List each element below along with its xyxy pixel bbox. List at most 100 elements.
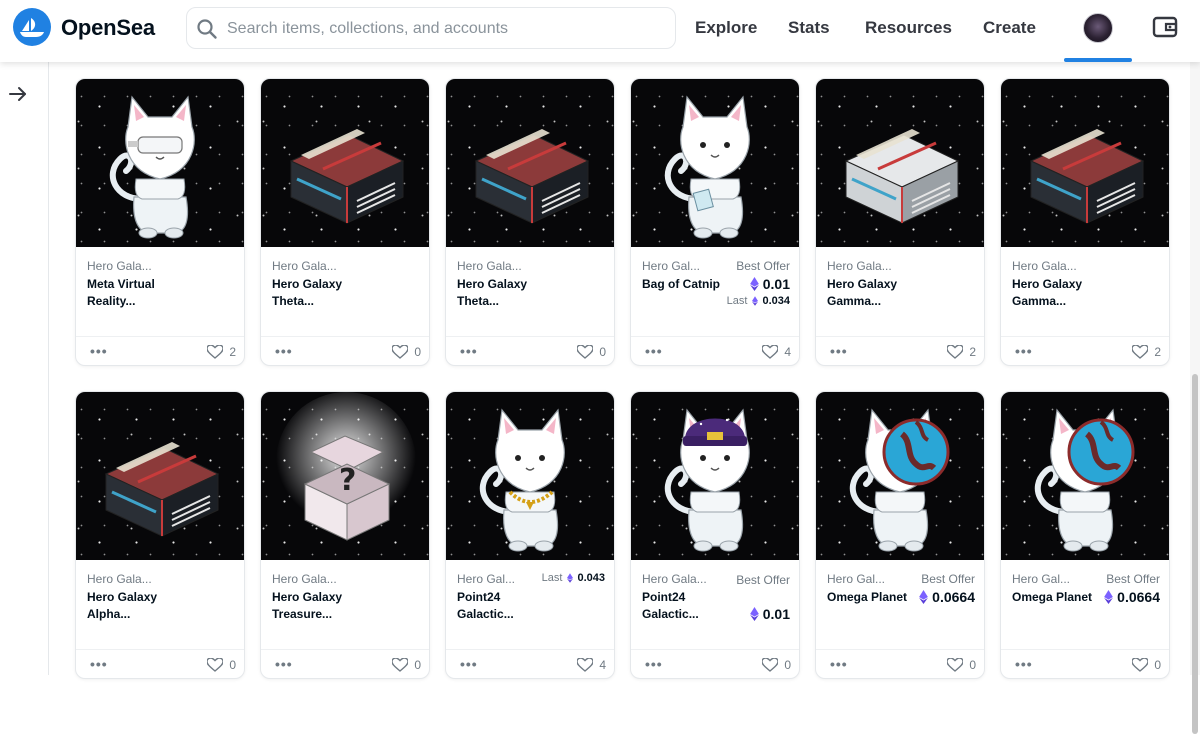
more-options-icon[interactable]: ••• — [90, 343, 108, 359]
collection-name[interactable]: Hero Gala... — [87, 259, 152, 273]
item-name[interactable]: Meta Virtual Reality... — [87, 276, 171, 310]
wallet-icon[interactable] — [1152, 14, 1178, 40]
opensea-logo-icon[interactable] — [13, 8, 51, 46]
nft-card[interactable]: Hero Gal... Bag of Catnip Best Offer 0.01… — [630, 78, 800, 366]
favorite-button[interactable]: 0 — [1132, 658, 1161, 672]
item-name[interactable]: Omega Planet — [1012, 589, 1096, 606]
item-name[interactable]: Hero Galaxy Treasure... — [272, 589, 356, 623]
nft-image[interactable]: ? — [261, 392, 429, 560]
heart-icon[interactable] — [1132, 345, 1149, 359]
nft-image[interactable] — [816, 79, 984, 247]
nft-card[interactable]: Hero Gala... Meta Virtual Reality... •••… — [75, 78, 245, 366]
collection-name[interactable]: Hero Gala... — [272, 259, 337, 273]
nft-image[interactable] — [446, 392, 614, 560]
nft-image[interactable] — [1001, 79, 1169, 247]
favorite-button[interactable]: 0 — [577, 345, 606, 359]
more-options-icon[interactable]: ••• — [90, 656, 108, 672]
heart-icon[interactable] — [392, 345, 409, 359]
favorite-button[interactable]: 2 — [207, 345, 236, 359]
heart-icon[interactable] — [207, 658, 224, 672]
nft-card[interactable]: Hero Gala... Hero Galaxy Theta... ••• 0 — [445, 78, 615, 366]
nft-image[interactable] — [631, 392, 799, 560]
more-options-icon[interactable]: ••• — [830, 343, 848, 359]
collection-name[interactable]: Hero Gala... — [87, 572, 152, 586]
more-options-icon[interactable]: ••• — [1015, 656, 1033, 672]
last-sale: Last 0.034 — [727, 295, 790, 307]
nft-card[interactable]: Hero Gal... Omega Planet Best Offer 0.066… — [815, 391, 985, 679]
more-options-icon[interactable]: ••• — [275, 343, 293, 359]
favorite-button[interactable]: 0 — [762, 658, 791, 672]
nft-image[interactable] — [261, 79, 429, 247]
nav-stats[interactable]: Stats — [788, 18, 830, 38]
nft-card[interactable]: Hero Gal... Omega Planet Best Offer 0.066… — [1000, 391, 1170, 679]
nft-image[interactable] — [631, 79, 799, 247]
collection-name[interactable]: Hero Gal... — [1012, 572, 1070, 586]
nft-image[interactable] — [446, 79, 614, 247]
favorite-button[interactable]: 4 — [577, 658, 606, 672]
collection-name[interactable]: Hero Gal... — [457, 572, 515, 586]
more-options-icon[interactable]: ••• — [1015, 343, 1033, 359]
nft-card[interactable]: Hero Gala... Hero Galaxy Gamma... ••• 2 — [815, 78, 985, 366]
heart-icon[interactable] — [577, 658, 594, 672]
nft-card[interactable]: Hero Gala... Hero Galaxy Alpha... ••• 0 — [75, 391, 245, 679]
nft-image[interactable] — [816, 392, 984, 560]
heart-icon[interactable] — [947, 658, 964, 672]
item-name[interactable]: Hero Galaxy Gamma... — [827, 276, 911, 310]
more-options-icon[interactable]: ••• — [645, 343, 663, 359]
scrollbar-thumb[interactable] — [1192, 374, 1198, 734]
item-name[interactable]: Point24 Galactic... — [457, 589, 541, 623]
item-name[interactable]: Bag of Catnip — [642, 276, 726, 293]
nft-card[interactable]: Hero Gala... Hero Galaxy Gamma... ••• 2 — [1000, 78, 1170, 366]
nft-image[interactable] — [1001, 392, 1169, 560]
favorite-button[interactable]: 2 — [1132, 345, 1161, 359]
nft-card[interactable]: ? Hero Gala... Hero Galaxy Treasure... •… — [260, 391, 430, 679]
favorite-button[interactable]: 0 — [392, 345, 421, 359]
search-input[interactable] — [227, 18, 667, 40]
collection-name[interactable]: Hero Gala... — [642, 572, 707, 586]
nav-create[interactable]: Create — [983, 18, 1036, 38]
nav-explore[interactable]: Explore — [695, 18, 757, 38]
nft-card[interactable]: Hero Gal... Point24 Galactic... Last 0.04… — [445, 391, 615, 679]
nft-image[interactable] — [76, 392, 244, 560]
more-options-icon[interactable]: ••• — [645, 656, 663, 672]
more-options-icon[interactable]: ••• — [460, 343, 478, 359]
item-name[interactable]: Hero Galaxy Theta... — [457, 276, 541, 310]
item-name[interactable]: Hero Galaxy Gamma... — [1012, 276, 1096, 310]
scrollbar-track[interactable] — [1190, 62, 1200, 734]
heart-icon[interactable] — [207, 345, 224, 359]
more-options-icon[interactable]: ••• — [830, 656, 848, 672]
card-footer: ••• 2 — [76, 336, 244, 365]
more-options-icon[interactable]: ••• — [460, 656, 478, 672]
nft-card[interactable]: Hero Gala... Hero Galaxy Theta... ••• 0 — [260, 78, 430, 366]
heart-icon[interactable] — [1132, 658, 1149, 672]
heart-icon[interactable] — [392, 658, 409, 672]
favorite-button[interactable]: 2 — [947, 345, 976, 359]
nav-resources[interactable]: Resources — [865, 18, 952, 38]
favorite-button[interactable]: 4 — [762, 345, 791, 359]
favorite-button[interactable]: 0 — [947, 658, 976, 672]
brand-name[interactable]: OpenSea — [61, 15, 155, 41]
item-name[interactable]: Omega Planet — [827, 589, 911, 606]
nft-image[interactable] — [76, 79, 244, 247]
collection-name[interactable]: Hero Gala... — [827, 259, 892, 273]
item-name[interactable]: Point24 Galactic... — [642, 589, 726, 623]
item-name[interactable]: Hero Galaxy Theta... — [272, 276, 356, 310]
favorite-button[interactable]: 0 — [392, 658, 421, 672]
collection-name[interactable]: Hero Gala... — [272, 572, 337, 586]
heart-icon[interactable] — [762, 345, 779, 359]
favorite-button[interactable]: 0 — [207, 658, 236, 672]
collection-name[interactable]: Hero Gal... — [827, 572, 885, 586]
search-bar[interactable] — [186, 7, 676, 49]
favorite-count: 2 — [229, 345, 236, 359]
collection-name[interactable]: Hero Gal... — [642, 259, 700, 273]
profile-avatar[interactable] — [1083, 13, 1113, 43]
heart-icon[interactable] — [762, 658, 779, 672]
nft-card[interactable]: Hero Gala... Point24 Galactic... Best Of… — [630, 391, 800, 679]
arrow-right-icon[interactable] — [8, 84, 28, 104]
item-name[interactable]: Hero Galaxy Alpha... — [87, 589, 171, 623]
more-options-icon[interactable]: ••• — [275, 656, 293, 672]
collection-name[interactable]: Hero Gala... — [1012, 259, 1077, 273]
heart-icon[interactable] — [947, 345, 964, 359]
heart-icon[interactable] — [577, 345, 594, 359]
collection-name[interactable]: Hero Gala... — [457, 259, 522, 273]
